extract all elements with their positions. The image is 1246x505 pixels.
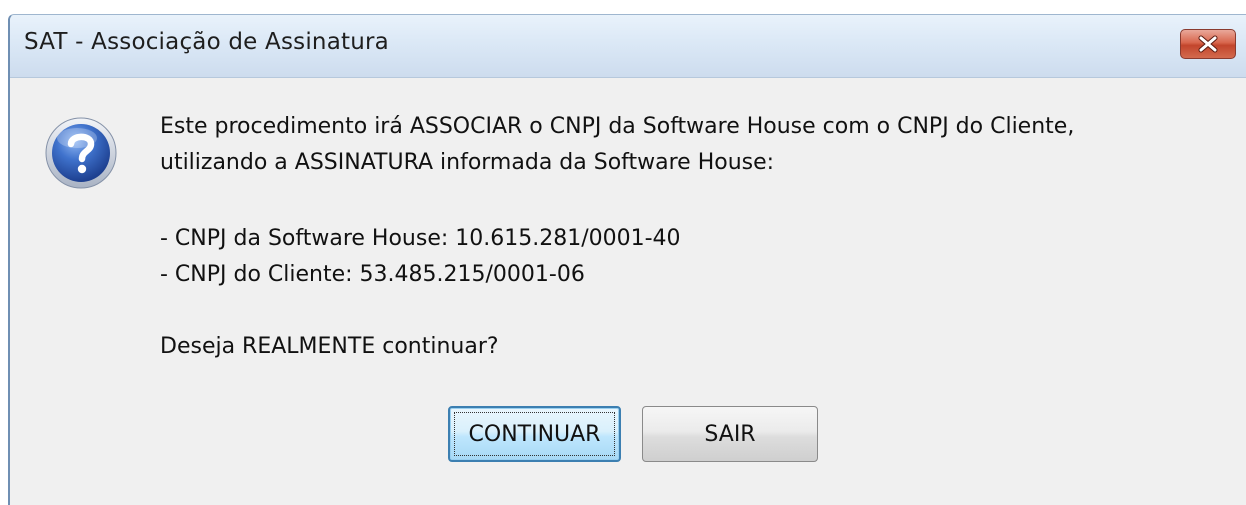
confirm-question: Deseja REALMENTE continuar? — [160, 334, 499, 359]
continue-button-label: CONTINUAR — [468, 421, 601, 447]
cnpj-software-house-line: - CNPJ da Software House: 10.615.281/000… — [160, 226, 681, 251]
title-bar[interactable]: SAT - Associação de Assinatura — [10, 15, 1246, 78]
message-line-1: Este procedimento irá ASSOCIAR o CNPJ da… — [160, 114, 1075, 139]
cnpj-cliente-line: - CNPJ do Cliente: 53.485.215/0001-06 — [160, 262, 585, 287]
window-title: SAT - Associação de Assinatura — [24, 29, 389, 55]
close-button[interactable] — [1180, 29, 1236, 59]
exit-button-label: SAIR — [704, 421, 756, 447]
continue-button[interactable]: CONTINUAR — [448, 406, 621, 462]
exit-button[interactable]: SAIR — [642, 406, 818, 462]
question-icon — [45, 117, 117, 189]
dialog-window: SAT - Associação de Assinatura Este proc… — [8, 14, 1246, 505]
dialog-content: Este procedimento irá ASSOCIAR o CNPJ da… — [10, 78, 1246, 505]
message-line-2: utilizando a ASSINATURA informada da Sof… — [160, 150, 775, 175]
close-x-icon — [1198, 35, 1218, 53]
